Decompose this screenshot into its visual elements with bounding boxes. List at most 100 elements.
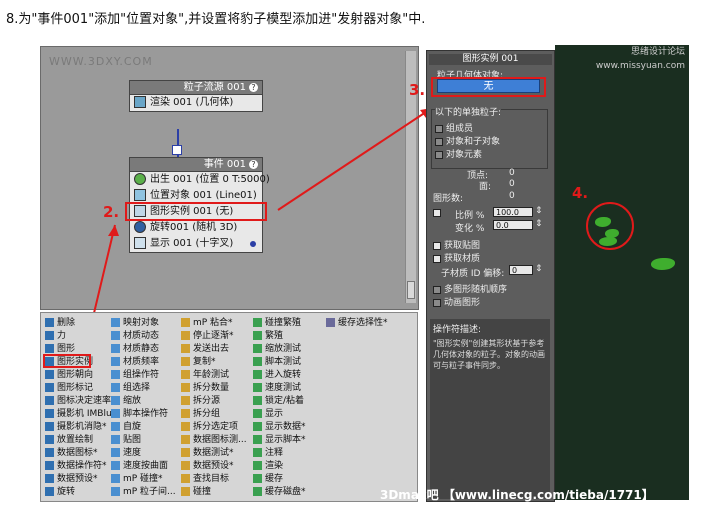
- operator-icon: [181, 448, 190, 457]
- option-label: 获取贴图: [444, 241, 481, 251]
- depot-item[interactable]: 贴图: [111, 434, 141, 446]
- depot-item[interactable]: 速度按曲面: [111, 460, 168, 472]
- depot-item[interactable]: 旋转: [45, 486, 75, 498]
- depot-item[interactable]: 脚本测试: [253, 356, 301, 368]
- depot-item-label: 发送出去: [193, 344, 230, 354]
- operator-icon: [111, 461, 120, 470]
- depot-item[interactable]: 速度: [111, 447, 141, 459]
- operator-depot[interactable]: 删除力图形 图形实例 图形朝向 图形标记 图标决定速率 摄影机 IMBlur* 摄影机消隐*…: [40, 312, 418, 502]
- operator-icon: [111, 383, 120, 392]
- spinner-icon[interactable]: ⇕: [535, 219, 543, 229]
- depot-item[interactable]: 复制*: [181, 356, 216, 368]
- depot-item[interactable]: 繁殖: [253, 330, 283, 342]
- bottom-watermark: 3Dmax吧 【www.linecg.com/tieba/1771】: [380, 488, 654, 502]
- depot-item-label: 显示数据*: [265, 422, 306, 432]
- operator-icon: [181, 422, 190, 431]
- depot-item[interactable]: 拆分选定项: [181, 421, 238, 433]
- depot-item[interactable]: 摄影机 IMBlur*: [45, 408, 120, 420]
- depot-item-label: 拆分数量: [193, 383, 230, 393]
- spinner-icon[interactable]: ⇕: [535, 264, 543, 274]
- depot-item[interactable]: 图标决定速率: [45, 395, 111, 407]
- checkbox[interactable]: [433, 298, 441, 307]
- get-mapping-option[interactable]: 获取贴图: [433, 238, 480, 251]
- depot-item[interactable]: 力: [45, 330, 66, 342]
- depot-item[interactable]: 缓存: [253, 473, 283, 485]
- depot-item[interactable]: 显示数据*: [253, 421, 306, 433]
- depot-item-label: 缓存磁盘*: [265, 487, 306, 497]
- depot-item[interactable]: 停止逐渐*: [181, 330, 234, 342]
- depot-item-label: 碰撞繁殖: [265, 318, 302, 328]
- operator-icon: [181, 461, 190, 470]
- spinner-icon[interactable]: ⇕: [535, 206, 543, 216]
- depot-item[interactable]: 数据操作符*: [45, 460, 107, 472]
- operator-icon: [181, 474, 190, 483]
- depot-item[interactable]: 图形朝向: [45, 369, 93, 381]
- checkbox[interactable]: [433, 285, 441, 294]
- depot-item[interactable]: 数据预设*: [181, 460, 234, 472]
- depot-item[interactable]: 放置绘制: [45, 434, 93, 446]
- depot-item[interactable]: 拆分数量: [181, 382, 229, 394]
- depot-item[interactable]: 发送出去: [181, 343, 229, 355]
- opt-group-members[interactable]: 组成员: [435, 121, 473, 134]
- depot-item[interactable]: 数据图标测...: [181, 434, 247, 446]
- depot-item[interactable]: 显示: [253, 408, 283, 420]
- variation-input[interactable]: 0.0: [493, 220, 533, 230]
- depot-item[interactable]: 缩放测试: [253, 343, 301, 355]
- depot-item[interactable]: 注释: [253, 447, 283, 459]
- depot-item[interactable]: 材质动态: [111, 330, 159, 342]
- depot-item-label: 渲染: [265, 461, 284, 471]
- depot-item[interactable]: 速度测试: [253, 382, 301, 394]
- animated-shape-option[interactable]: 动画图形: [433, 295, 480, 308]
- sub-material-input[interactable]: 0: [509, 265, 533, 275]
- depot-item[interactable]: 缓存选择性*: [326, 317, 388, 329]
- depot-item[interactable]: mP 碰撞*: [111, 473, 163, 485]
- scale-input[interactable]: 100.0: [493, 207, 533, 217]
- depot-item[interactable]: 删除: [45, 317, 75, 329]
- depot-item-label: 数据图标测...: [193, 435, 247, 445]
- depot-item[interactable]: 查找目标: [181, 473, 229, 485]
- depot-item[interactable]: 脚本操作符: [111, 408, 168, 420]
- depot-item[interactable]: 缓存磁盘*: [253, 486, 306, 498]
- checkbox[interactable]: [435, 137, 443, 146]
- operator-icon: [253, 461, 262, 470]
- depot-item[interactable]: 映射对象: [111, 317, 159, 329]
- depot-item[interactable]: 数据测试*: [181, 447, 234, 459]
- checkbox[interactable]: [433, 254, 441, 263]
- checkbox[interactable]: [435, 124, 443, 133]
- depot-item[interactable]: 数据图标*: [45, 447, 98, 459]
- get-material-option[interactable]: 获取材质: [433, 251, 480, 264]
- panel-title[interactable]: 图形实例 001: [429, 54, 552, 65]
- scale-checkbox[interactable]: [433, 208, 441, 217]
- multi-shape-random-option[interactable]: 多图形随机顺序: [433, 282, 507, 295]
- depot-item[interactable]: 组选择: [111, 382, 150, 394]
- depot-item[interactable]: 碰撞繁殖: [253, 317, 301, 329]
- depot-item[interactable]: 材质静态: [111, 343, 159, 355]
- depot-item[interactable]: 数据预设*: [45, 473, 98, 485]
- checkbox[interactable]: [433, 241, 441, 250]
- 3d-viewport[interactable]: 思绪设计论坛 www.missyuan.com: [555, 45, 689, 500]
- depot-item[interactable]: 进入旋转: [253, 369, 301, 381]
- operator-icon: [111, 487, 120, 496]
- depot-item-label: 材质静态: [123, 344, 160, 354]
- depot-item[interactable]: 拆分组: [181, 408, 220, 420]
- opt-object-children[interactable]: 对象和子对象: [435, 134, 500, 147]
- depot-item-label: 图标决定速率: [57, 396, 112, 406]
- depot-item[interactable]: 缩放: [111, 395, 141, 407]
- opt-object-elements[interactable]: 对象元素: [435, 147, 482, 160]
- depot-item[interactable]: 渲染: [253, 460, 283, 472]
- depot-item[interactable]: mP 粒子间...: [111, 486, 176, 498]
- depot-item[interactable]: 拆分源: [181, 395, 220, 407]
- depot-item-label: 查找目标: [193, 474, 230, 484]
- depot-item[interactable]: 组操作符: [111, 369, 159, 381]
- depot-item[interactable]: 碰撞: [181, 486, 211, 498]
- checkbox[interactable]: [435, 150, 443, 159]
- depot-item[interactable]: 图形标记: [45, 382, 93, 394]
- depot-item[interactable]: 锁定/粘着: [253, 395, 304, 407]
- depot-item[interactable]: 年龄测试: [181, 369, 229, 381]
- depot-item[interactable]: 摄影机消隐*: [45, 421, 107, 433]
- depot-item[interactable]: mP 粘合*: [181, 317, 233, 329]
- depot-item[interactable]: 自旋: [111, 421, 141, 433]
- depot-item[interactable]: 显示脚本*: [253, 434, 306, 446]
- depot-item-label: 缩放: [123, 396, 142, 406]
- depot-item[interactable]: 材质频率: [111, 356, 159, 368]
